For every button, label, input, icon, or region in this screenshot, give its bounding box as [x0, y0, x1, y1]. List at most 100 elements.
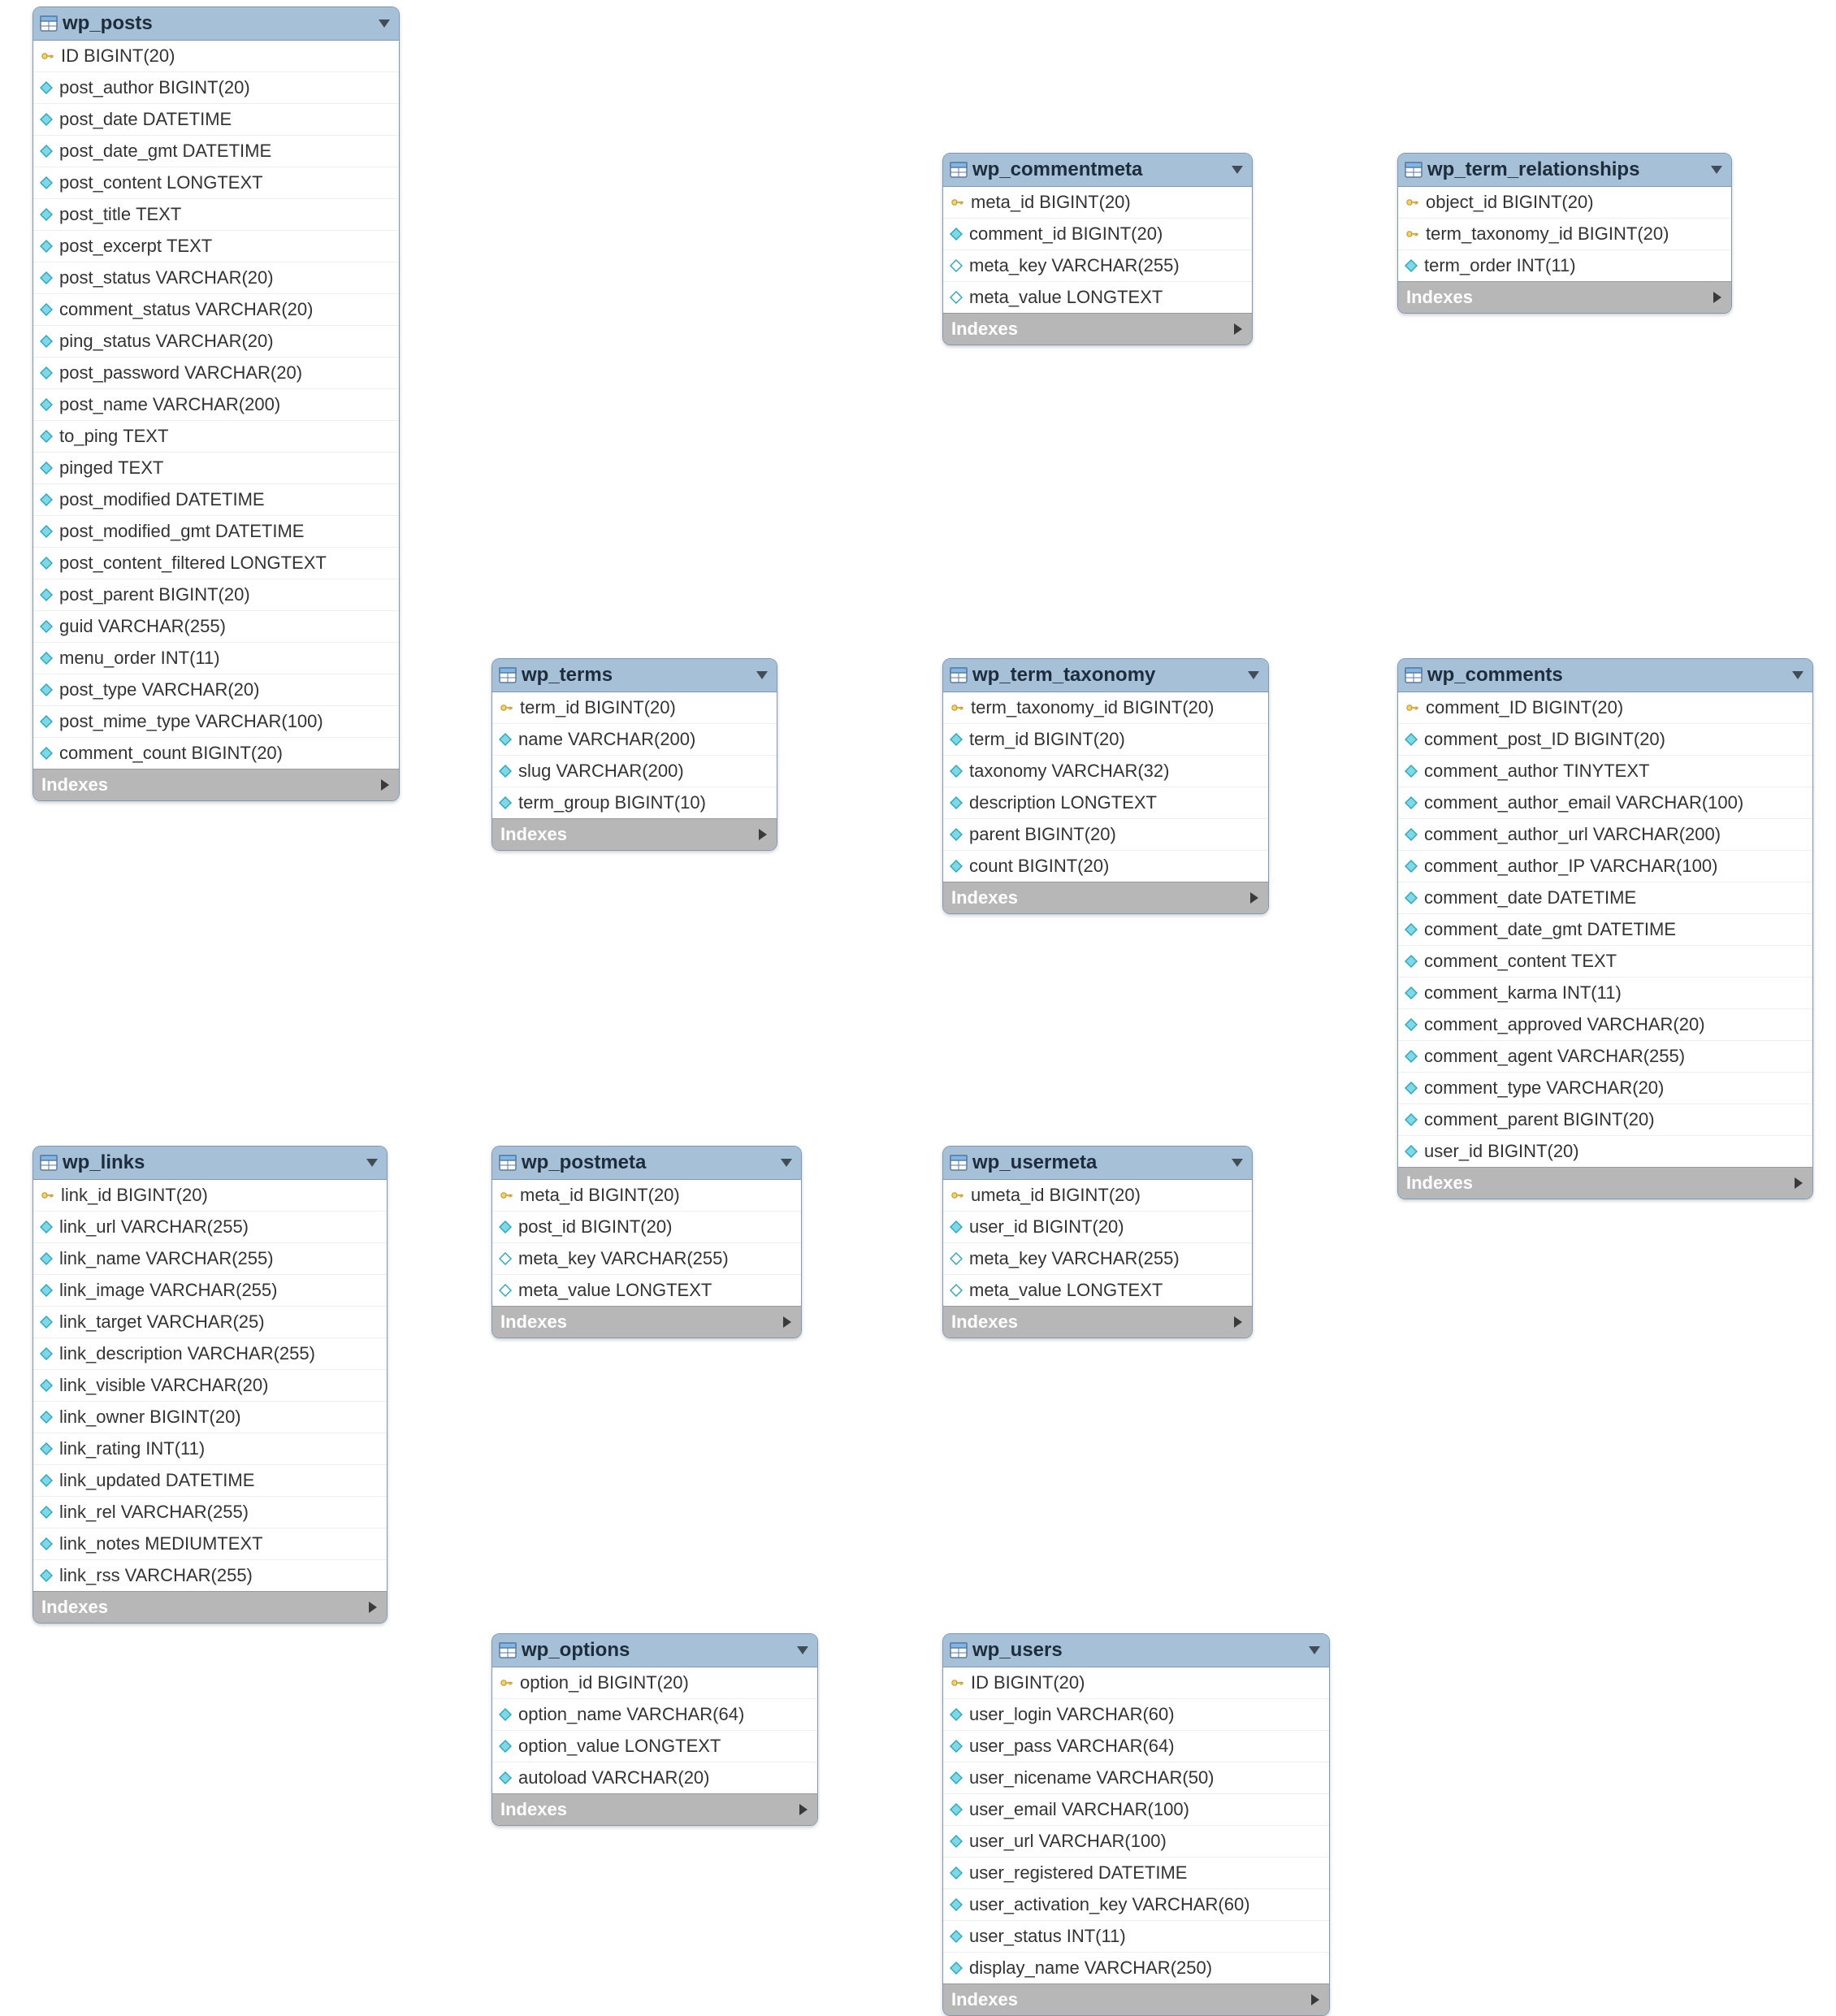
column-row[interactable]: post_nameVARCHAR(200) [33, 389, 399, 421]
expand-toggle[interactable] [1249, 891, 1260, 904]
collapse-toggle[interactable] [1231, 164, 1244, 176]
column-row[interactable]: term_orderINT(11) [1398, 250, 1731, 281]
entity-wp_posts[interactable]: wp_postsIDBIGINT(20)post_authorBIGINT(20… [32, 7, 400, 801]
entity-header[interactable]: wp_links [33, 1147, 387, 1180]
column-row[interactable]: link_urlVARCHAR(255) [33, 1212, 387, 1243]
column-row[interactable]: descriptionLONGTEXT [943, 787, 1268, 819]
column-row[interactable]: term_taxonomy_idBIGINT(20) [943, 692, 1268, 724]
column-row[interactable]: post_titleTEXT [33, 199, 399, 231]
column-row[interactable]: link_ratingINT(11) [33, 1433, 387, 1465]
column-row[interactable]: post_passwordVARCHAR(20) [33, 358, 399, 389]
expand-toggle[interactable] [1232, 323, 1244, 336]
entity-wp_usermeta[interactable]: wp_usermetaumeta_idBIGINT(20)user_idBIGI… [942, 1146, 1253, 1338]
expand-toggle[interactable] [1712, 291, 1723, 304]
column-row[interactable]: user_registeredDATETIME [943, 1858, 1329, 1889]
column-row[interactable]: post_modifiedDATETIME [33, 484, 399, 516]
column-row[interactable]: user_passVARCHAR(64) [943, 1731, 1329, 1762]
column-row[interactable]: comment_post_IDBIGINT(20) [1398, 724, 1812, 756]
column-row[interactable]: object_idBIGINT(20) [1398, 187, 1731, 219]
collapse-toggle[interactable] [1791, 670, 1804, 681]
column-row[interactable]: meta_idBIGINT(20) [943, 187, 1252, 219]
expand-toggle[interactable] [1793, 1177, 1804, 1190]
column-row[interactable]: user_activation_keyVARCHAR(60) [943, 1889, 1329, 1921]
collapse-toggle[interactable] [1231, 1157, 1244, 1168]
column-row[interactable]: post_parentBIGINT(20) [33, 579, 399, 611]
column-row[interactable]: user_urlVARCHAR(100) [943, 1826, 1329, 1858]
expand-toggle[interactable] [1310, 1993, 1321, 2006]
column-row[interactable]: comment_agentVARCHAR(255) [1398, 1041, 1812, 1073]
column-row[interactable]: meta_valueLONGTEXT [492, 1275, 801, 1306]
column-row[interactable]: user_idBIGINT(20) [1398, 1136, 1812, 1167]
column-row[interactable]: meta_keyVARCHAR(255) [492, 1243, 801, 1275]
column-row[interactable]: link_targetVARCHAR(25) [33, 1307, 387, 1338]
entity-wp_postmeta[interactable]: wp_postmetameta_idBIGINT(20)post_idBIGIN… [491, 1146, 802, 1338]
column-row[interactable]: comment_authorTINYTEXT [1398, 756, 1812, 787]
expand-toggle[interactable] [782, 1316, 793, 1329]
entity-footer-indexes[interactable]: Indexes [492, 818, 777, 850]
column-row[interactable]: guidVARCHAR(255) [33, 611, 399, 643]
column-row[interactable]: IDBIGINT(20) [943, 1667, 1329, 1699]
column-row[interactable]: term_idBIGINT(20) [943, 724, 1268, 756]
entity-footer-indexes[interactable]: Indexes [1398, 281, 1731, 313]
entity-wp_options[interactable]: wp_optionsoption_idBIGINT(20)option_name… [491, 1633, 818, 1826]
column-row[interactable]: IDBIGINT(20) [33, 41, 399, 72]
entity-header[interactable]: wp_comments [1398, 659, 1812, 692]
column-row[interactable]: comment_author_urlVARCHAR(200) [1398, 819, 1812, 851]
entity-header[interactable]: wp_term_taxonomy [943, 659, 1268, 692]
entity-footer-indexes[interactable]: Indexes [943, 1983, 1329, 2015]
column-row[interactable]: link_ownerBIGINT(20) [33, 1402, 387, 1433]
column-row[interactable]: comment_IDBIGINT(20) [1398, 692, 1812, 724]
column-row[interactable]: comment_idBIGINT(20) [943, 219, 1252, 250]
column-row[interactable]: comment_countBIGINT(20) [33, 738, 399, 769]
column-row[interactable]: comment_statusVARCHAR(20) [33, 294, 399, 326]
column-row[interactable]: meta_valueLONGTEXT [943, 1275, 1252, 1306]
column-row[interactable]: post_content_filteredLONGTEXT [33, 548, 399, 579]
entity-footer-indexes[interactable]: Indexes [492, 1793, 817, 1825]
column-row[interactable]: option_nameVARCHAR(64) [492, 1699, 817, 1731]
column-row[interactable]: meta_idBIGINT(20) [492, 1180, 801, 1212]
column-row[interactable]: post_date_gmtDATETIME [33, 136, 399, 167]
entity-footer-indexes[interactable]: Indexes [492, 1306, 801, 1337]
entity-wp_term_taxonomy[interactable]: wp_term_taxonomyterm_taxonomy_idBIGINT(2… [942, 658, 1269, 914]
entity-header[interactable]: wp_options [492, 1634, 817, 1667]
entity-header[interactable]: wp_term_relationships [1398, 154, 1731, 187]
column-row[interactable]: comment_author_emailVARCHAR(100) [1398, 787, 1812, 819]
column-row[interactable]: link_rssVARCHAR(255) [33, 1560, 387, 1591]
column-row[interactable]: umeta_idBIGINT(20) [943, 1180, 1252, 1212]
entity-wp_comments[interactable]: wp_commentscomment_IDBIGINT(20)comment_p… [1397, 658, 1813, 1199]
column-row[interactable]: post_excerptTEXT [33, 231, 399, 262]
column-row[interactable]: comment_approvedVARCHAR(20) [1398, 1009, 1812, 1041]
column-row[interactable]: meta_keyVARCHAR(255) [943, 1243, 1252, 1275]
column-row[interactable]: taxonomyVARCHAR(32) [943, 756, 1268, 787]
column-row[interactable]: link_notesMEDIUMTEXT [33, 1528, 387, 1560]
column-row[interactable]: meta_valueLONGTEXT [943, 282, 1252, 313]
entity-header[interactable]: wp_users [943, 1634, 1329, 1667]
column-row[interactable]: parentBIGINT(20) [943, 819, 1268, 851]
expand-toggle[interactable] [798, 1803, 809, 1816]
entity-footer-indexes[interactable]: Indexes [33, 1591, 387, 1623]
column-row[interactable]: ping_statusVARCHAR(20) [33, 326, 399, 358]
entity-footer-indexes[interactable]: Indexes [943, 313, 1252, 345]
column-row[interactable]: autoloadVARCHAR(20) [492, 1762, 817, 1793]
column-row[interactable]: post_authorBIGINT(20) [33, 72, 399, 104]
column-row[interactable]: pingedTEXT [33, 453, 399, 484]
column-row[interactable]: post_dateDATETIME [33, 104, 399, 136]
collapse-toggle[interactable] [1247, 670, 1260, 681]
column-row[interactable]: post_statusVARCHAR(20) [33, 262, 399, 294]
column-row[interactable]: term_taxonomy_idBIGINT(20) [1398, 219, 1731, 250]
column-row[interactable]: option_idBIGINT(20) [492, 1667, 817, 1699]
collapse-toggle[interactable] [1710, 164, 1723, 176]
entity-footer-indexes[interactable]: Indexes [943, 1306, 1252, 1337]
column-row[interactable]: comment_karmaINT(11) [1398, 978, 1812, 1009]
column-row[interactable]: user_emailVARCHAR(100) [943, 1794, 1329, 1826]
expand-toggle[interactable] [757, 828, 769, 841]
collapse-toggle[interactable] [1308, 1645, 1321, 1656]
column-row[interactable]: menu_orderINT(11) [33, 643, 399, 674]
column-row[interactable]: comment_author_IPVARCHAR(100) [1398, 851, 1812, 882]
entity-wp_commentmeta[interactable]: wp_commentmetameta_idBIGINT(20)comment_i… [942, 153, 1253, 345]
column-row[interactable]: post_modified_gmtDATETIME [33, 516, 399, 548]
expand-toggle[interactable] [379, 778, 391, 791]
column-row[interactable]: link_nameVARCHAR(255) [33, 1243, 387, 1275]
column-row[interactable]: link_idBIGINT(20) [33, 1180, 387, 1212]
column-row[interactable]: term_groupBIGINT(10) [492, 787, 777, 818]
